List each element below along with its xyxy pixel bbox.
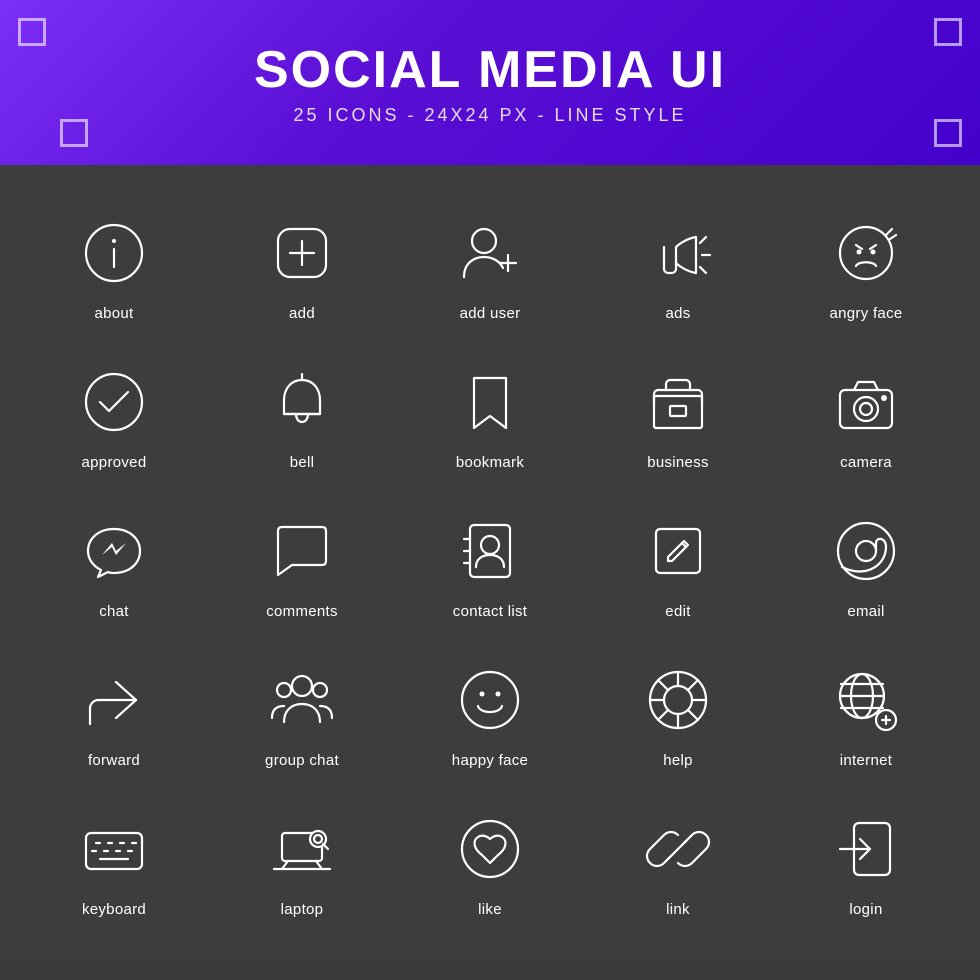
- angry-face-icon: [826, 213, 906, 293]
- keyboard-icon: [74, 809, 154, 889]
- corner-decoration: [934, 18, 962, 46]
- like-icon: [450, 809, 530, 889]
- link-label: link: [666, 901, 690, 918]
- camera-label: camera: [840, 454, 892, 471]
- business-icon: [638, 362, 718, 442]
- bookmark-label: bookmark: [456, 454, 524, 471]
- header: SOCIAL MEDIA UI 25 ICONS - 24X24 PX - LI…: [0, 0, 980, 165]
- icon-item-keyboard: keyboard: [20, 791, 208, 930]
- icon-item-camera: camera: [772, 344, 960, 483]
- help-label: help: [663, 752, 693, 769]
- login-icon: [826, 809, 906, 889]
- forward-icon: [74, 660, 154, 740]
- icons-grid: about add add user: [0, 165, 980, 960]
- about-label: about: [94, 305, 133, 322]
- icon-item-forward: forward: [20, 642, 208, 781]
- forward-label: forward: [88, 752, 140, 769]
- icon-item-angry-face: angry face: [772, 195, 960, 334]
- camera-icon: [826, 362, 906, 442]
- corner-decoration: [18, 18, 46, 46]
- icon-item-add: add: [208, 195, 396, 334]
- contact-list-icon: [450, 511, 530, 591]
- laptop-label: laptop: [281, 901, 324, 918]
- corner-decoration: [934, 119, 962, 147]
- icon-item-email: email: [772, 493, 960, 632]
- icon-item-group-chat: group chat: [208, 642, 396, 781]
- laptop-icon: [262, 809, 342, 889]
- icon-item-laptop: laptop: [208, 791, 396, 930]
- icon-item-login: login: [772, 791, 960, 930]
- icon-item-like: like: [396, 791, 584, 930]
- happy-face-label: happy face: [452, 752, 528, 769]
- about-icon: [74, 213, 154, 293]
- page-subtitle: 25 ICONS - 24X24 PX - LINE STYLE: [293, 105, 686, 126]
- icon-item-bell: bell: [208, 344, 396, 483]
- internet-label: internet: [840, 752, 892, 769]
- icon-item-about: about: [20, 195, 208, 334]
- icon-item-contact-list: contact list: [396, 493, 584, 632]
- icon-item-internet: internet: [772, 642, 960, 781]
- add-icon: [262, 213, 342, 293]
- edit-label: edit: [665, 603, 690, 620]
- help-icon: [638, 660, 718, 740]
- icon-item-edit: edit: [584, 493, 772, 632]
- angry-face-label: angry face: [829, 305, 902, 322]
- internet-icon: [826, 660, 906, 740]
- chat-icon: [74, 511, 154, 591]
- business-label: business: [647, 454, 709, 471]
- icon-item-help: help: [584, 642, 772, 781]
- corner-decoration: [60, 119, 88, 147]
- email-label: email: [847, 603, 884, 620]
- ads-icon: [638, 213, 718, 293]
- bookmark-icon: [450, 362, 530, 442]
- bell-label: bell: [290, 454, 315, 471]
- keyboard-label: keyboard: [82, 901, 146, 918]
- edit-icon: [638, 511, 718, 591]
- login-label: login: [849, 901, 882, 918]
- add-user-label: add user: [460, 305, 521, 322]
- icon-item-chat: chat: [20, 493, 208, 632]
- group-chat-icon: [262, 660, 342, 740]
- add-label: add: [289, 305, 315, 322]
- group-chat-label: group chat: [265, 752, 339, 769]
- icon-item-approved: approved: [20, 344, 208, 483]
- icon-item-comments: comments: [208, 493, 396, 632]
- like-label: like: [478, 901, 502, 918]
- approved-label: approved: [82, 454, 147, 471]
- contact-list-label: contact list: [453, 603, 527, 620]
- chat-label: chat: [99, 603, 129, 620]
- ads-label: ads: [665, 305, 690, 322]
- page-title: SOCIAL MEDIA UI: [254, 40, 726, 100]
- approved-icon: [74, 362, 154, 442]
- icon-item-link: link: [584, 791, 772, 930]
- email-icon: [826, 511, 906, 591]
- comments-label: comments: [266, 603, 338, 620]
- icon-item-happy-face: happy face: [396, 642, 584, 781]
- icon-item-business: business: [584, 344, 772, 483]
- icon-item-bookmark: bookmark: [396, 344, 584, 483]
- icon-item-add-user: add user: [396, 195, 584, 334]
- add-user-icon: [450, 213, 530, 293]
- link-icon: [638, 809, 718, 889]
- icon-item-ads: ads: [584, 195, 772, 334]
- comments-icon: [262, 511, 342, 591]
- happy-face-icon: [450, 660, 530, 740]
- bell-icon: [262, 362, 342, 442]
